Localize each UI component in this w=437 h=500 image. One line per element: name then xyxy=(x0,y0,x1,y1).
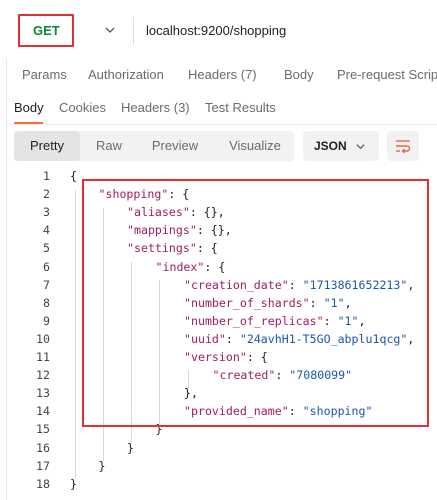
line-number: 12 xyxy=(36,368,50,383)
line-number: 13 xyxy=(36,386,50,401)
wrap-lines-icon[interactable] xyxy=(394,137,412,155)
tab-pre-request-script[interactable]: Pre-request Scrip xyxy=(337,67,437,82)
line-number: 1 xyxy=(43,169,50,183)
line-number: 9 xyxy=(43,313,50,328)
json-punctuation: } xyxy=(98,458,106,473)
tab-body[interactable]: Body xyxy=(284,67,314,82)
tab-params[interactable]: Params xyxy=(22,67,67,82)
url-input[interactable]: localhost:9200/shopping xyxy=(146,23,286,38)
line-number: 4 xyxy=(43,223,50,238)
request-bar: GET localhost:9200/shopping xyxy=(0,0,437,58)
line-number: 7 xyxy=(43,277,50,292)
response-tab-test-results[interactable]: Test Results xyxy=(205,100,276,115)
chevron-down-icon[interactable] xyxy=(355,141,366,152)
method-label[interactable]: GET xyxy=(33,23,60,38)
view-visualize-button[interactable]: Visualize xyxy=(218,131,292,161)
json-punctuation: } xyxy=(127,440,134,455)
json-punctuation: } xyxy=(70,476,77,491)
line-number: 11 xyxy=(36,350,50,364)
code-line: } xyxy=(127,441,134,455)
view-preview-button[interactable]: Preview xyxy=(142,131,208,161)
json-punctuation: { xyxy=(70,169,77,183)
view-pretty-button[interactable]: Pretty xyxy=(14,131,80,161)
line-number: 17 xyxy=(36,458,50,473)
indent-guide xyxy=(75,190,76,478)
request-tabs: Params Authorization Headers (7) Body Pr… xyxy=(0,58,437,90)
format-label[interactable]: JSON xyxy=(314,139,347,153)
line-number: 16 xyxy=(36,440,50,455)
code-line: } xyxy=(99,459,106,473)
line-number: 2 xyxy=(43,187,50,202)
response-tab-cookies[interactable]: Cookies xyxy=(59,100,106,115)
line-number: 18 xyxy=(36,476,50,491)
code-line: { xyxy=(70,169,77,183)
line-number: 8 xyxy=(43,295,50,310)
url-divider xyxy=(133,17,134,45)
line-number: 3 xyxy=(43,205,50,220)
line-number: 5 xyxy=(43,241,50,256)
line-number: 10 xyxy=(36,331,50,346)
tabs-divider xyxy=(6,124,437,125)
response-tabs: Body Cookies Headers (3) Test Results xyxy=(0,90,437,126)
code-line: } xyxy=(70,477,77,491)
chevron-down-icon[interactable] xyxy=(104,24,116,36)
line-number: 6 xyxy=(43,259,50,274)
highlight-box xyxy=(82,179,429,427)
response-tab-body[interactable]: Body xyxy=(14,100,44,115)
line-number: 15 xyxy=(36,422,50,437)
view-raw-button[interactable]: Raw xyxy=(82,131,136,161)
tab-headers[interactable]: Headers (7) xyxy=(188,67,257,82)
line-number: 14 xyxy=(36,404,50,419)
tab-authorization[interactable]: Authorization xyxy=(88,67,164,82)
response-tab-headers[interactable]: Headers (3) xyxy=(121,100,190,115)
